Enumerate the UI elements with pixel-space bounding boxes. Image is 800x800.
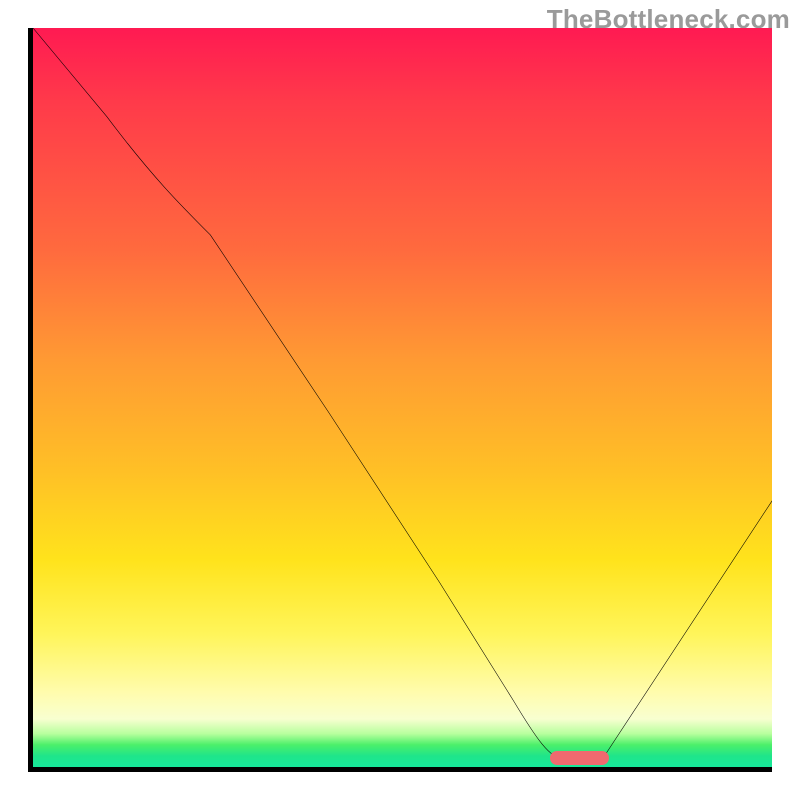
plot-area — [28, 28, 772, 772]
optimal-range-marker — [550, 751, 609, 765]
bottleneck-chart: TheBottleneck.com — [0, 0, 800, 800]
curve-layer — [33, 28, 772, 767]
bottleneck-curve — [33, 28, 772, 760]
